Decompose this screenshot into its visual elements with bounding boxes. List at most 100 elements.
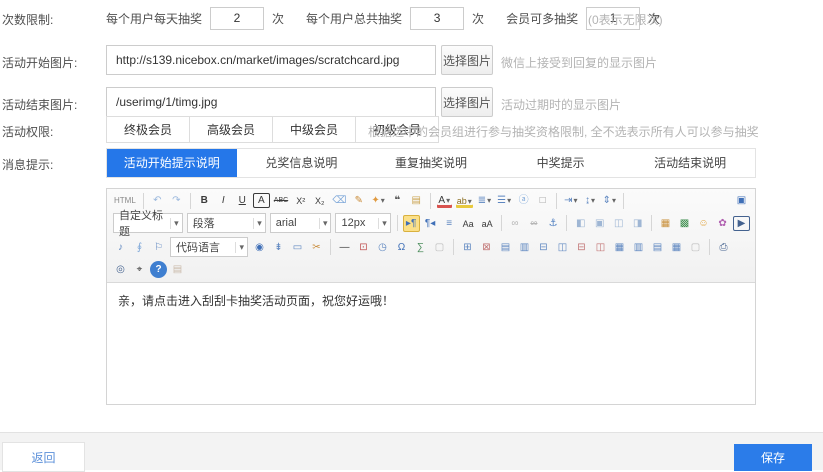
redo-button[interactable]: ↷	[168, 192, 185, 209]
editor-content-area[interactable]: 亲，请点击进入刮刮卡抽奖活动页面，祝您好运哦！	[107, 283, 755, 409]
paragraph-select[interactable]: 段落▾	[187, 213, 266, 233]
delete-row-button[interactable]: ⊟	[573, 239, 590, 256]
image-manager-button[interactable]: ▩	[676, 215, 693, 232]
baidu-app-button[interactable]: ◉	[251, 239, 268, 256]
delete-col-button[interactable]: ◫	[592, 239, 609, 256]
font-size-select[interactable]: 12px▾	[335, 213, 390, 233]
rtl-paragraph-button[interactable]: ¶◂	[422, 215, 439, 232]
help-button[interactable]: ?	[150, 261, 167, 278]
tab-repeat-draw[interactable]: 重复抽奖说明	[366, 149, 496, 177]
horizontal-rule-button[interactable]: —	[336, 239, 353, 256]
link-button[interactable]: ∞	[506, 215, 523, 232]
attachment-button[interactable]: ∮	[131, 239, 148, 256]
insert-row-button[interactable]: ⊟	[535, 239, 552, 256]
member-group-ultimate[interactable]: 终极会员	[106, 116, 190, 143]
toolbar-row-2: 自定义标题▾段落▾arial▾12px▾▸¶¶◂≡AaaA∞∞⚓◧▣◫◨▦▩☺✿…	[109, 211, 753, 235]
line-height-button[interactable]: ⇕▾	[601, 192, 618, 209]
emotion-button[interactable]: ☺	[695, 215, 712, 232]
insert-time-button[interactable]: ◷	[374, 239, 391, 256]
table-title-button[interactable]: ▤	[497, 239, 514, 256]
bold-button[interactable]: B	[196, 192, 213, 209]
underline-button[interactable]: U	[234, 192, 251, 209]
insert-date-button[interactable]: ⊡	[355, 239, 372, 256]
ltr-paragraph-button[interactable]: ▸¶	[403, 215, 420, 232]
paragraph-spacing-button[interactable]: ↨▾	[582, 192, 599, 209]
drafts-button[interactable]: ▤	[169, 261, 186, 278]
tab-end-note[interactable]: 活动结束说明	[625, 149, 755, 177]
format-clear-button[interactable]: ⌫	[330, 192, 348, 209]
code-language-select[interactable]: 代码语言▾	[170, 237, 248, 257]
start-image-pick-button[interactable]: 选择图片	[441, 45, 493, 75]
italic-button[interactable]: I	[215, 192, 232, 209]
unlink-button[interactable]: ∞	[525, 215, 542, 232]
back-button[interactable]: 返回	[2, 442, 85, 472]
split-cells-button[interactable]: ▥	[630, 239, 647, 256]
map-button[interactable]: ⚐	[150, 239, 167, 256]
font-family-select[interactable]: arial▾	[270, 213, 332, 233]
fullscreen-button[interactable]: ▣	[733, 192, 750, 209]
find-replace-button[interactable]: ⌖	[131, 261, 148, 278]
delete-table-button[interactable]: ⊠	[478, 239, 495, 256]
auto-typeset-button[interactable]: ✦▾	[369, 192, 386, 209]
strikethrough-button[interactable]: ABC	[272, 192, 290, 209]
first-line-indent-button[interactable]: ≡	[441, 215, 458, 232]
save-button[interactable]: 保存	[734, 444, 812, 471]
daily-draw-input[interactable]	[210, 7, 264, 30]
indent-button[interactable]: ⇥▾	[562, 192, 579, 209]
custom-title-select[interactable]: 自定义标题▾	[113, 213, 183, 233]
print-button[interactable]: ⎙	[715, 239, 732, 256]
background-color-button[interactable]: ab▾	[455, 192, 474, 209]
insert-image-button[interactable]: ▦	[657, 215, 674, 232]
start-image-url-input[interactable]	[106, 45, 436, 75]
message-tip-label: 消息提示:	[2, 156, 53, 173]
superscript-button[interactable]: X²	[292, 192, 309, 209]
chevron-down-icon: ▾	[170, 218, 182, 229]
to-uppercase-button[interactable]: Aa	[460, 215, 477, 232]
table-template-button[interactable]: ▢	[687, 239, 704, 256]
new-document-button[interactable]: □	[534, 192, 551, 209]
average-cols-button[interactable]: ▦	[668, 239, 685, 256]
subscript-button[interactable]: X₂	[311, 192, 328, 209]
formula-button[interactable]: ∑	[412, 239, 429, 256]
insert-iframe-button[interactable]: ▭	[289, 239, 306, 256]
music-button[interactable]: ♪	[112, 239, 129, 256]
image-align-left-button[interactable]: ◧	[572, 215, 589, 232]
table-title-row-button[interactable]: ▥	[516, 239, 533, 256]
average-rows-button[interactable]: ▤	[649, 239, 666, 256]
scrawl-button[interactable]: ✿	[714, 215, 731, 232]
anchor-button[interactable]: ⚓	[544, 215, 561, 232]
insert-col-button[interactable]: ◫	[554, 239, 571, 256]
paste-word-button[interactable]: ▤	[408, 192, 425, 209]
end-image-pick-button[interactable]: 选择图片	[441, 87, 493, 117]
insert-video-button[interactable]: ▶	[733, 216, 750, 231]
image-align-center-button[interactable]: ◫	[610, 215, 627, 232]
merge-cells-button[interactable]: ▦	[611, 239, 628, 256]
image-align-inline-button[interactable]: ▣	[591, 215, 608, 232]
toolbar-row-4: ◎⌖?▤	[109, 259, 753, 280]
end-image-url-input[interactable]	[106, 87, 436, 117]
screenshot-button[interactable]: ✂	[308, 239, 325, 256]
page-break-button[interactable]: ⇟	[270, 239, 287, 256]
char-border-button[interactable]: A	[253, 193, 270, 208]
special-char-button[interactable]: Ω	[393, 239, 410, 256]
member-group-senior[interactable]: 高级会员	[189, 116, 273, 143]
member-group-middle[interactable]: 中级会员	[272, 116, 356, 143]
total-draw-input[interactable]	[410, 7, 464, 30]
tab-start-tip[interactable]: 活动开始提示说明	[107, 149, 237, 177]
auto-anchor-button[interactable]: ⓐ	[515, 192, 532, 209]
to-lowercase-button[interactable]: aA	[479, 215, 496, 232]
font-color-button[interactable]: A▾	[436, 192, 453, 209]
custom-title-select-value: 自定义标题	[119, 207, 167, 239]
end-image-row: 活动结束图片: 选择图片 活动过期时的显示图片	[0, 87, 823, 119]
tab-redeem-info[interactable]: 兑奖信息说明	[237, 149, 367, 177]
insert-table-button[interactable]: ⊞	[459, 239, 476, 256]
ordered-list-button[interactable]: ≣▾	[476, 192, 493, 209]
preview-button[interactable]: ◎	[112, 261, 129, 278]
daily-draw-suffix: 次	[272, 10, 284, 27]
template-button[interactable]: ▢	[431, 239, 448, 256]
image-align-right-button[interactable]: ◨	[629, 215, 646, 232]
tab-win-tip[interactable]: 中奖提示	[496, 149, 626, 177]
format-painter-button[interactable]: ✎	[350, 192, 367, 209]
blockquote-button[interactable]: ❝	[389, 192, 406, 209]
unordered-list-button[interactable]: ☰▾	[495, 192, 513, 209]
